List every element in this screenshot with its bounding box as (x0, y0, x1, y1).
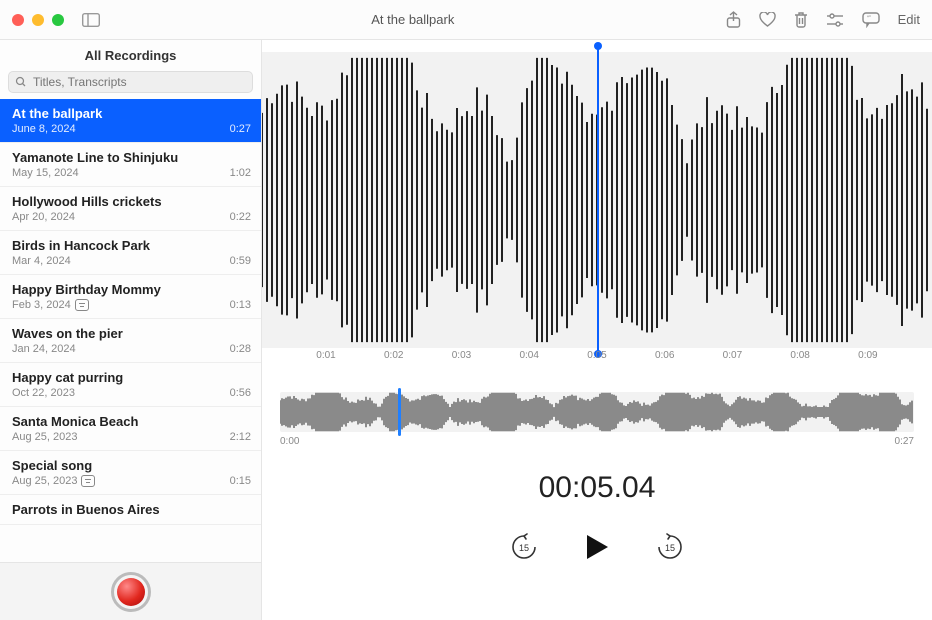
recording-item[interactable]: Birds in Hancock Park Mar 4, 2024 0:59 (0, 231, 261, 275)
titlebar: At the ballpark “” Edit (0, 0, 932, 40)
maximize-window-button[interactable] (52, 14, 64, 26)
recording-item[interactable]: Parrots in Buenos Aires (0, 495, 261, 525)
recording-item[interactable]: Yamanote Line to Shinjuku May 15, 2024 1:0… (0, 143, 261, 187)
ruler-tick: 0:08 (790, 350, 809, 370)
recording-date: Mar 4, 2024 (12, 255, 71, 267)
recording-duration: 0:13 (230, 299, 251, 311)
waveform-zoom[interactable]: 0:010:020:030:040:050:060:070:080:09 (262, 52, 932, 348)
timecode-display: 00:05.04 (262, 471, 932, 505)
favorite-icon[interactable] (759, 12, 776, 28)
recording-date: Aug 25, 2023 (12, 431, 77, 443)
transcript-icon[interactable]: “” (862, 12, 880, 28)
recording-title: Special song (12, 458, 251, 473)
skip-forward-button[interactable]: 15 (655, 532, 685, 562)
play-button[interactable] (581, 531, 613, 563)
minimize-window-button[interactable] (32, 14, 44, 26)
recording-item[interactable]: Special song Aug 25, 2023 0:15 (0, 451, 261, 495)
recording-duration: 0:56 (230, 387, 251, 399)
recording-date: Oct 22, 2023 (12, 387, 75, 399)
recording-item[interactable]: At the ballpark June 8, 2024 0:27 (0, 99, 261, 143)
recording-item[interactable]: Waves on the pier Jan 24, 2024 0:28 (0, 319, 261, 363)
recordings-list: At the ballpark June 8, 2024 0:27 Yamanote … (0, 99, 261, 562)
recording-duration: 1:02 (230, 167, 251, 179)
close-window-button[interactable] (12, 14, 24, 26)
record-icon (117, 578, 145, 606)
recording-duration: 0:15 (230, 475, 251, 487)
trash-icon[interactable] (794, 11, 808, 28)
search-container (8, 71, 253, 93)
skip-fwd-label: 15 (665, 543, 675, 553)
sliders-icon[interactable] (826, 13, 844, 27)
toolbar-right: “” Edit (726, 11, 920, 29)
search-input[interactable] (8, 71, 253, 93)
overview-labels: 0:00 0:27 (280, 436, 914, 447)
recording-date: Aug 25, 2023 (12, 475, 95, 487)
playback-controls: 15 15 (262, 531, 932, 563)
recording-title: Hollywood Hills crickets (12, 194, 251, 209)
share-icon[interactable] (726, 11, 741, 29)
overview-end-label: 0:27 (895, 436, 914, 447)
sidebar-toggle-icon[interactable] (82, 13, 100, 27)
ruler-tick: 0:03 (452, 350, 471, 370)
recording-date: May 15, 2024 (12, 167, 79, 179)
ruler-tick: 0:01 (316, 350, 335, 370)
recording-title: Santa Monica Beach (12, 414, 251, 429)
recording-date: Apr 20, 2024 (12, 211, 75, 223)
window-title: At the ballpark (100, 12, 726, 27)
ruler-tick: 0:02 (384, 350, 403, 370)
record-bar (0, 562, 261, 620)
sidebar-header: All Recordings (0, 40, 261, 69)
recording-title: Happy cat purring (12, 370, 251, 385)
recording-duration: 0:28 (230, 343, 251, 355)
record-button[interactable] (111, 572, 151, 612)
recording-duration: 0:27 (230, 123, 251, 135)
transcript-badge-icon (81, 475, 95, 487)
recording-date: Jan 24, 2024 (12, 343, 76, 355)
svg-text:“”: “” (867, 16, 871, 22)
overview-playhead[interactable] (398, 388, 401, 436)
recording-item[interactable]: Hollywood Hills crickets Apr 20, 2024 0:22 (0, 187, 261, 231)
recording-title: Parrots in Buenos Aires (12, 502, 251, 517)
recording-title: Happy Birthday Mommy (12, 282, 251, 297)
recording-duration: 0:59 (230, 255, 251, 267)
window-controls (12, 14, 64, 26)
transcript-badge-icon (75, 299, 89, 311)
skip-back-label: 15 (519, 543, 529, 553)
recording-title: Birds in Hancock Park (12, 238, 251, 253)
waveform-overview[interactable] (280, 392, 914, 432)
playhead[interactable] (597, 46, 599, 354)
recording-item[interactable]: Happy Birthday Mommy Feb 3, 2024 0:13 (0, 275, 261, 319)
time-ruler: 0:01 0:02 0:03 0:04 0:05 0:06 0:07 0:08 0:09 (262, 350, 932, 370)
edit-button[interactable]: Edit (898, 12, 920, 27)
ruler-tick: 0:09 (858, 350, 877, 370)
sidebar: All Recordings At the ballpark June 8, 20… (0, 40, 262, 620)
recording-title: Yamanote Line to Shinjuku (12, 150, 251, 165)
ruler-tick: 0:04 (519, 350, 538, 370)
ruler-tick: 0:06 (655, 350, 674, 370)
recording-date: Feb 3, 2024 (12, 299, 89, 311)
ruler-tick: 0:07 (723, 350, 742, 370)
recording-item[interactable]: Santa Monica Beach Aug 25, 2023 2:12 (0, 407, 261, 451)
recording-title: At the ballpark (12, 106, 251, 121)
recording-date: June 8, 2024 (12, 123, 76, 135)
recording-duration: 2:12 (230, 431, 251, 443)
recording-title: Waves on the pier (12, 326, 251, 341)
recording-item[interactable]: Happy cat purring Oct 22, 2023 0:56 (0, 363, 261, 407)
recording-duration: 0:22 (230, 211, 251, 223)
main-panel: 0:01 0:02 0:03 0:04 0:05 0:06 0:07 0:08 0:09 0:0… (262, 40, 932, 620)
ruler-tick: 0:05 (587, 350, 606, 370)
skip-back-button[interactable]: 15 (509, 532, 539, 562)
overview-start-label: 0:00 (280, 436, 299, 447)
